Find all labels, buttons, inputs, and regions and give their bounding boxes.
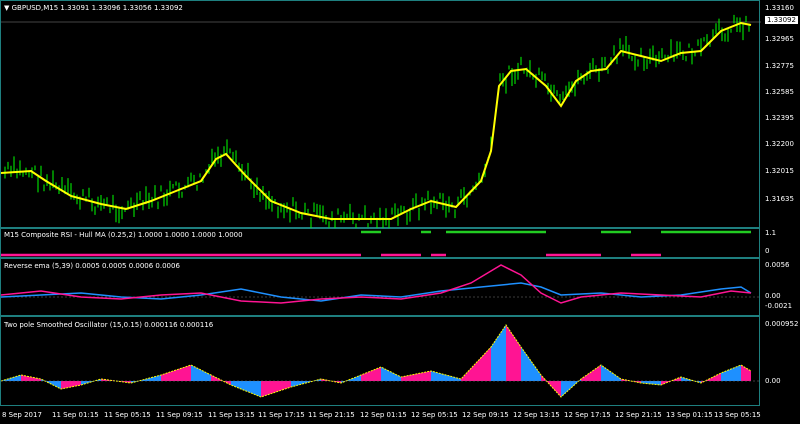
oscillator-bar (721, 365, 741, 381)
time-label: 13 Sep 05:15 (714, 411, 761, 419)
reverse-axis-top: 0.0056 (765, 261, 790, 269)
oscillator-bar (61, 381, 81, 389)
time-label: 12 Sep 05:15 (411, 411, 458, 419)
oscillator-bar (21, 375, 41, 381)
time-label: 11 Sep 01:15 (52, 411, 99, 419)
oscillator-bar (401, 371, 431, 381)
time-label: 12 Sep 17:15 (564, 411, 611, 419)
current-price-tag: 1.33092 (765, 16, 798, 24)
oscillator-axis-zero: 0.00 (765, 377, 781, 385)
oscillator-bar (381, 367, 401, 381)
reverse-axis-bottom: -0.0021 (765, 302, 793, 310)
symbol-line: GBPUSD,M15 1.33091 1.33096 1.33056 1.330… (11, 4, 183, 12)
oscillator-bar (506, 325, 521, 381)
reverse-axis-zero: 0.00 (765, 292, 781, 300)
time-label: 11 Sep 13:15 (208, 411, 255, 419)
oscillator-chart (1, 324, 761, 398)
price-label: 1.32015 (765, 167, 794, 175)
time-label: 12 Sep 09:15 (462, 411, 509, 419)
time-label: 11 Sep 05:15 (104, 411, 151, 419)
time-label: 12 Sep 21:15 (615, 411, 662, 419)
moving-average-line (1, 21, 752, 220)
oscillator-bar (491, 325, 506, 381)
price-label: 1.32585 (765, 88, 794, 96)
time-label: 11 Sep 09:15 (156, 411, 203, 419)
price-label: 1.32965 (765, 35, 794, 43)
price-label: 1.31635 (765, 195, 794, 203)
oscillator-bar (431, 371, 461, 381)
price-chart (1, 14, 761, 229)
time-label: 11 Sep 21:15 (308, 411, 355, 419)
reverse-ema-pane[interactable]: Reverse ema (5,39) 0.0005 0.0005 0.0006 … (0, 258, 761, 316)
oscillator-signal-line (1, 324, 752, 398)
oscillator-bar (521, 347, 541, 381)
chart-header: ▼ GBPUSD,M15 1.33091 1.33096 1.33056 1.3… (4, 4, 183, 12)
price-label: 1.33160 (765, 4, 794, 12)
oscillator-bar (601, 365, 621, 381)
time-label: 12 Sep 13:15 (513, 411, 560, 419)
dropdown-icon[interactable]: ▼ (4, 4, 9, 12)
oscillator-axis-top: 0.000952 (765, 320, 799, 328)
time-label: 11 Sep 17:15 (258, 411, 305, 419)
price-label: 1.32200 (765, 140, 794, 148)
price-pane[interactable]: ▼ GBPUSD,M15 1.33091 1.33096 1.33056 1.3… (0, 0, 761, 229)
rsi-pane[interactable]: M15 Composite RSI - Hull MA (0.25,2) 1.0… (0, 228, 760, 258)
oscillator-title: Two pole Smoothed Oscillator (15,0.15) 0… (4, 321, 214, 329)
oscillator-bar (231, 381, 261, 397)
price-label: 1.32775 (765, 62, 794, 70)
rsi-axis-top: 1.1 (765, 229, 777, 237)
rsi-axis-bottom: 0 (765, 247, 770, 255)
time-label: 12 Sep 01:15 (360, 411, 407, 419)
reverse-ema-title: Reverse ema (5,39) 0.0005 0.0005 0.0006 … (4, 262, 180, 270)
price-label: 1.32395 (765, 114, 794, 122)
rsi-title: M15 Composite RSI - Hull MA (0.25,2) 1.0… (4, 231, 243, 239)
oscillator-pane[interactable]: Two pole Smoothed Oscillator (15,0.15) 0… (0, 316, 761, 406)
time-label: 8 Sep 2017 (2, 411, 42, 419)
oscillator-bar (741, 365, 751, 381)
time-label: 13 Sep 01:15 (666, 411, 713, 419)
